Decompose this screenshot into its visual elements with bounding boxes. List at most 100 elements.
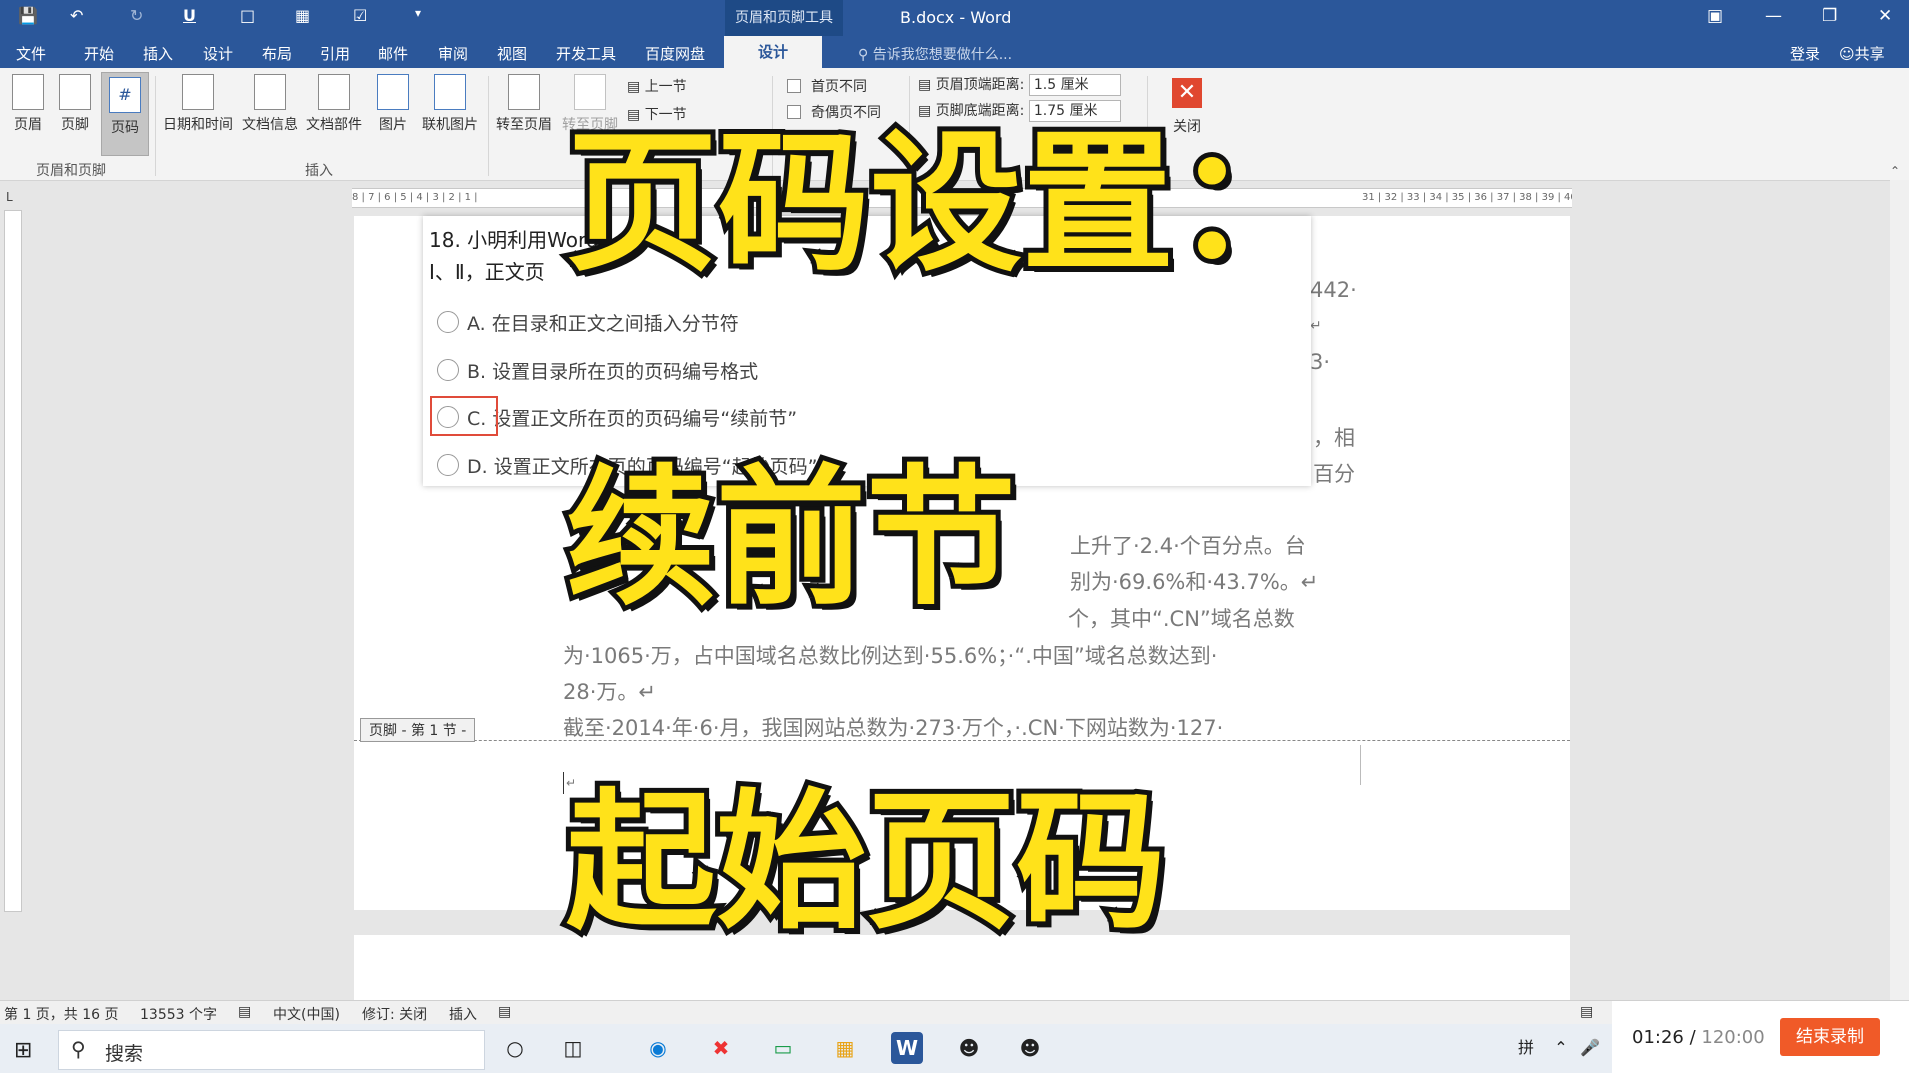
restore-icon[interactable]: ❐ [1822,6,1837,26]
doc-fragment: 百分 [1313,462,1355,486]
doc-info-button[interactable]: 文档信息 [240,74,300,134]
goto-header-button[interactable]: 转至页眉 [492,74,556,134]
tab-developer[interactable]: 开发工具 [556,43,616,64]
option-c-highlight [430,396,498,436]
taskbar-search[interactable]: ⚲ 搜索 [58,1030,485,1070]
header-button[interactable]: 页眉 [8,74,48,134]
redo-icon[interactable]: ↻ [130,6,143,25]
search-icon: ⚲ [71,1037,86,1061]
insert-mode-status[interactable]: 插入 [449,1004,477,1024]
margin-mark [1360,745,1361,785]
tell-me-box[interactable]: ⚲ 告诉我您想要做什么... [858,44,1012,64]
page-number-button[interactable]: # 页码 [101,72,149,156]
picture-icon [377,74,409,110]
text-cursor [563,772,564,794]
question-line-2: Ⅰ、Ⅱ，正文页 [429,260,545,284]
picture-button[interactable]: 图片 [373,74,413,134]
vertical-scrollbar[interactable] [1890,180,1909,1000]
red-app-icon[interactable]: ✖ [705,1032,737,1064]
minimize-icon[interactable]: — [1765,6,1782,26]
task-view-icon[interactable]: ◫ [557,1032,589,1064]
tab-layout[interactable]: 布局 [262,43,292,64]
vertical-ruler[interactable] [4,210,22,912]
tab-home[interactable]: 开始 [84,43,114,64]
screen-app-icon[interactable]: ▭ [767,1032,799,1064]
online-picture-button[interactable]: 联机图片 [418,74,482,134]
edge-icon[interactable]: ◉ [642,1032,674,1064]
overlay-continue: 续前节 [561,452,1021,626]
share-button[interactable]: ☺共享 [1839,43,1885,64]
tab-mailings[interactable]: 邮件 [378,43,408,64]
tab-insert[interactable]: 插入 [143,43,173,64]
collapse-ribbon-icon[interactable]: ⌃ [1890,164,1900,178]
tab-file[interactable]: 文件 [16,43,46,64]
option-a[interactable]: A. 在目录和正文之间插入分节符 [437,309,739,336]
word-icon[interactable]: W [891,1032,923,1064]
read-mode-icon[interactable]: ▤ [1580,1004,1593,1020]
footer-section-tag: 页脚 - 第 1 节 - [360,718,476,742]
date-time-button[interactable]: 日期和时间 [160,74,236,134]
footer-icon [59,74,91,110]
different-first-page-checkbox[interactable]: 首页不同 [787,76,867,96]
radio-icon[interactable] [437,454,459,476]
page-count[interactable]: 第 1 页，共 16 页 [4,1004,119,1024]
doc-parts-button[interactable]: 文档部件 [303,74,365,134]
undo-icon[interactable]: ↶ [70,6,83,25]
doc-line: 个，其中“.CN”域名总数 [1068,607,1295,631]
radio-icon[interactable] [437,311,459,333]
doc-line: 28·万。↵ [563,680,656,704]
save-icon[interactable]: 💾 [18,6,38,25]
proofing-icon[interactable]: ▤ [238,1004,251,1020]
prev-section-button[interactable]: ▤ 上一节 [627,76,687,96]
footer-button[interactable]: 页脚 [55,74,95,134]
header-top-distance: ▤ 页眉顶端距离: 1.5 厘米 [918,74,1121,96]
close-x-icon: ✕ [1172,78,1202,108]
tab-baidu[interactable]: 百度网盘 [645,43,705,64]
overlay-title: 页码设置： [561,115,1331,292]
ribbon-display-icon[interactable]: ▣ [1707,6,1723,26]
tab-selector-icon[interactable]: L [6,190,13,204]
more-icon[interactable]: ▾ [415,6,421,20]
qq-icon-2[interactable]: ☻ [1014,1032,1046,1064]
underline-icon[interactable]: U [183,6,196,25]
microphone-icon[interactable]: 🎤 [1574,1032,1606,1064]
recording-panel: 01:26 / 120:00 结束录制 [1612,1001,1909,1073]
recording-timer: 01:26 / 120:00 [1632,1027,1765,1048]
touch-icon[interactable]: ☑ [353,6,367,25]
tab-view[interactable]: 视图 [497,43,527,64]
prev-section-icon: ▤ [627,79,645,95]
overlay-start-page: 起始页码 [561,776,1171,950]
group-label-insert: 插入 [305,163,333,179]
radio-icon[interactable] [437,359,459,381]
person-icon: ☺ [1839,45,1855,63]
language-status[interactable]: 中文(中国) [273,1004,340,1024]
tab-design[interactable]: 设计 [203,43,233,64]
menu-bar: 文件 开始 插入 设计 布局 引用 邮件 审阅 视图 开发工具 百度网盘 设计 … [0,36,1909,68]
tab-hf-design[interactable]: 设计 [724,36,823,68]
doc-info-icon [254,74,286,110]
tab-review[interactable]: 审阅 [438,43,468,64]
page-number-icon: # [109,77,141,113]
document-title: B.docx - Word [900,8,1012,27]
chevron-up-icon[interactable]: ⌃ [1545,1032,1577,1064]
track-changes-status[interactable]: 修订: 关闭 [362,1004,427,1024]
stop-recording-button[interactable]: 结束录制 [1780,1018,1880,1056]
option-b[interactable]: B. 设置目录所在页的页码编号格式 [437,357,758,384]
ime-indicator[interactable]: 拼 [1510,1032,1542,1064]
tab-references[interactable]: 引用 [320,43,350,64]
divider [155,76,156,176]
header-top-input[interactable]: 1.5 厘米 [1028,74,1121,96]
save-as-icon[interactable]: ▦ [295,6,310,25]
login-link[interactable]: 登录 [1790,43,1820,64]
title-bar: 💾 ↶ ↻ U □ ▦ ☑ ▾ 页眉和页脚工具 B.docx - Word ▣ … [0,0,1909,36]
file-explorer-icon[interactable]: ▦ [829,1032,861,1064]
new-icon[interactable]: □ [240,6,255,25]
windows-start-icon[interactable]: ⊞ [14,1038,32,1063]
macro-icon[interactable]: ▤ [498,1004,511,1020]
doc-line: 截至·2014·年·6·月，我国网站总数为·273·万个，·.CN·下网站数为·… [563,716,1224,740]
cortana-icon[interactable]: ○ [499,1032,531,1064]
qq-icon[interactable]: ☻ [953,1032,985,1064]
close-icon[interactable]: ✕ [1878,6,1892,26]
lightbulb-icon: ⚲ [858,47,873,63]
word-count[interactable]: 13553 个字 [140,1004,217,1024]
